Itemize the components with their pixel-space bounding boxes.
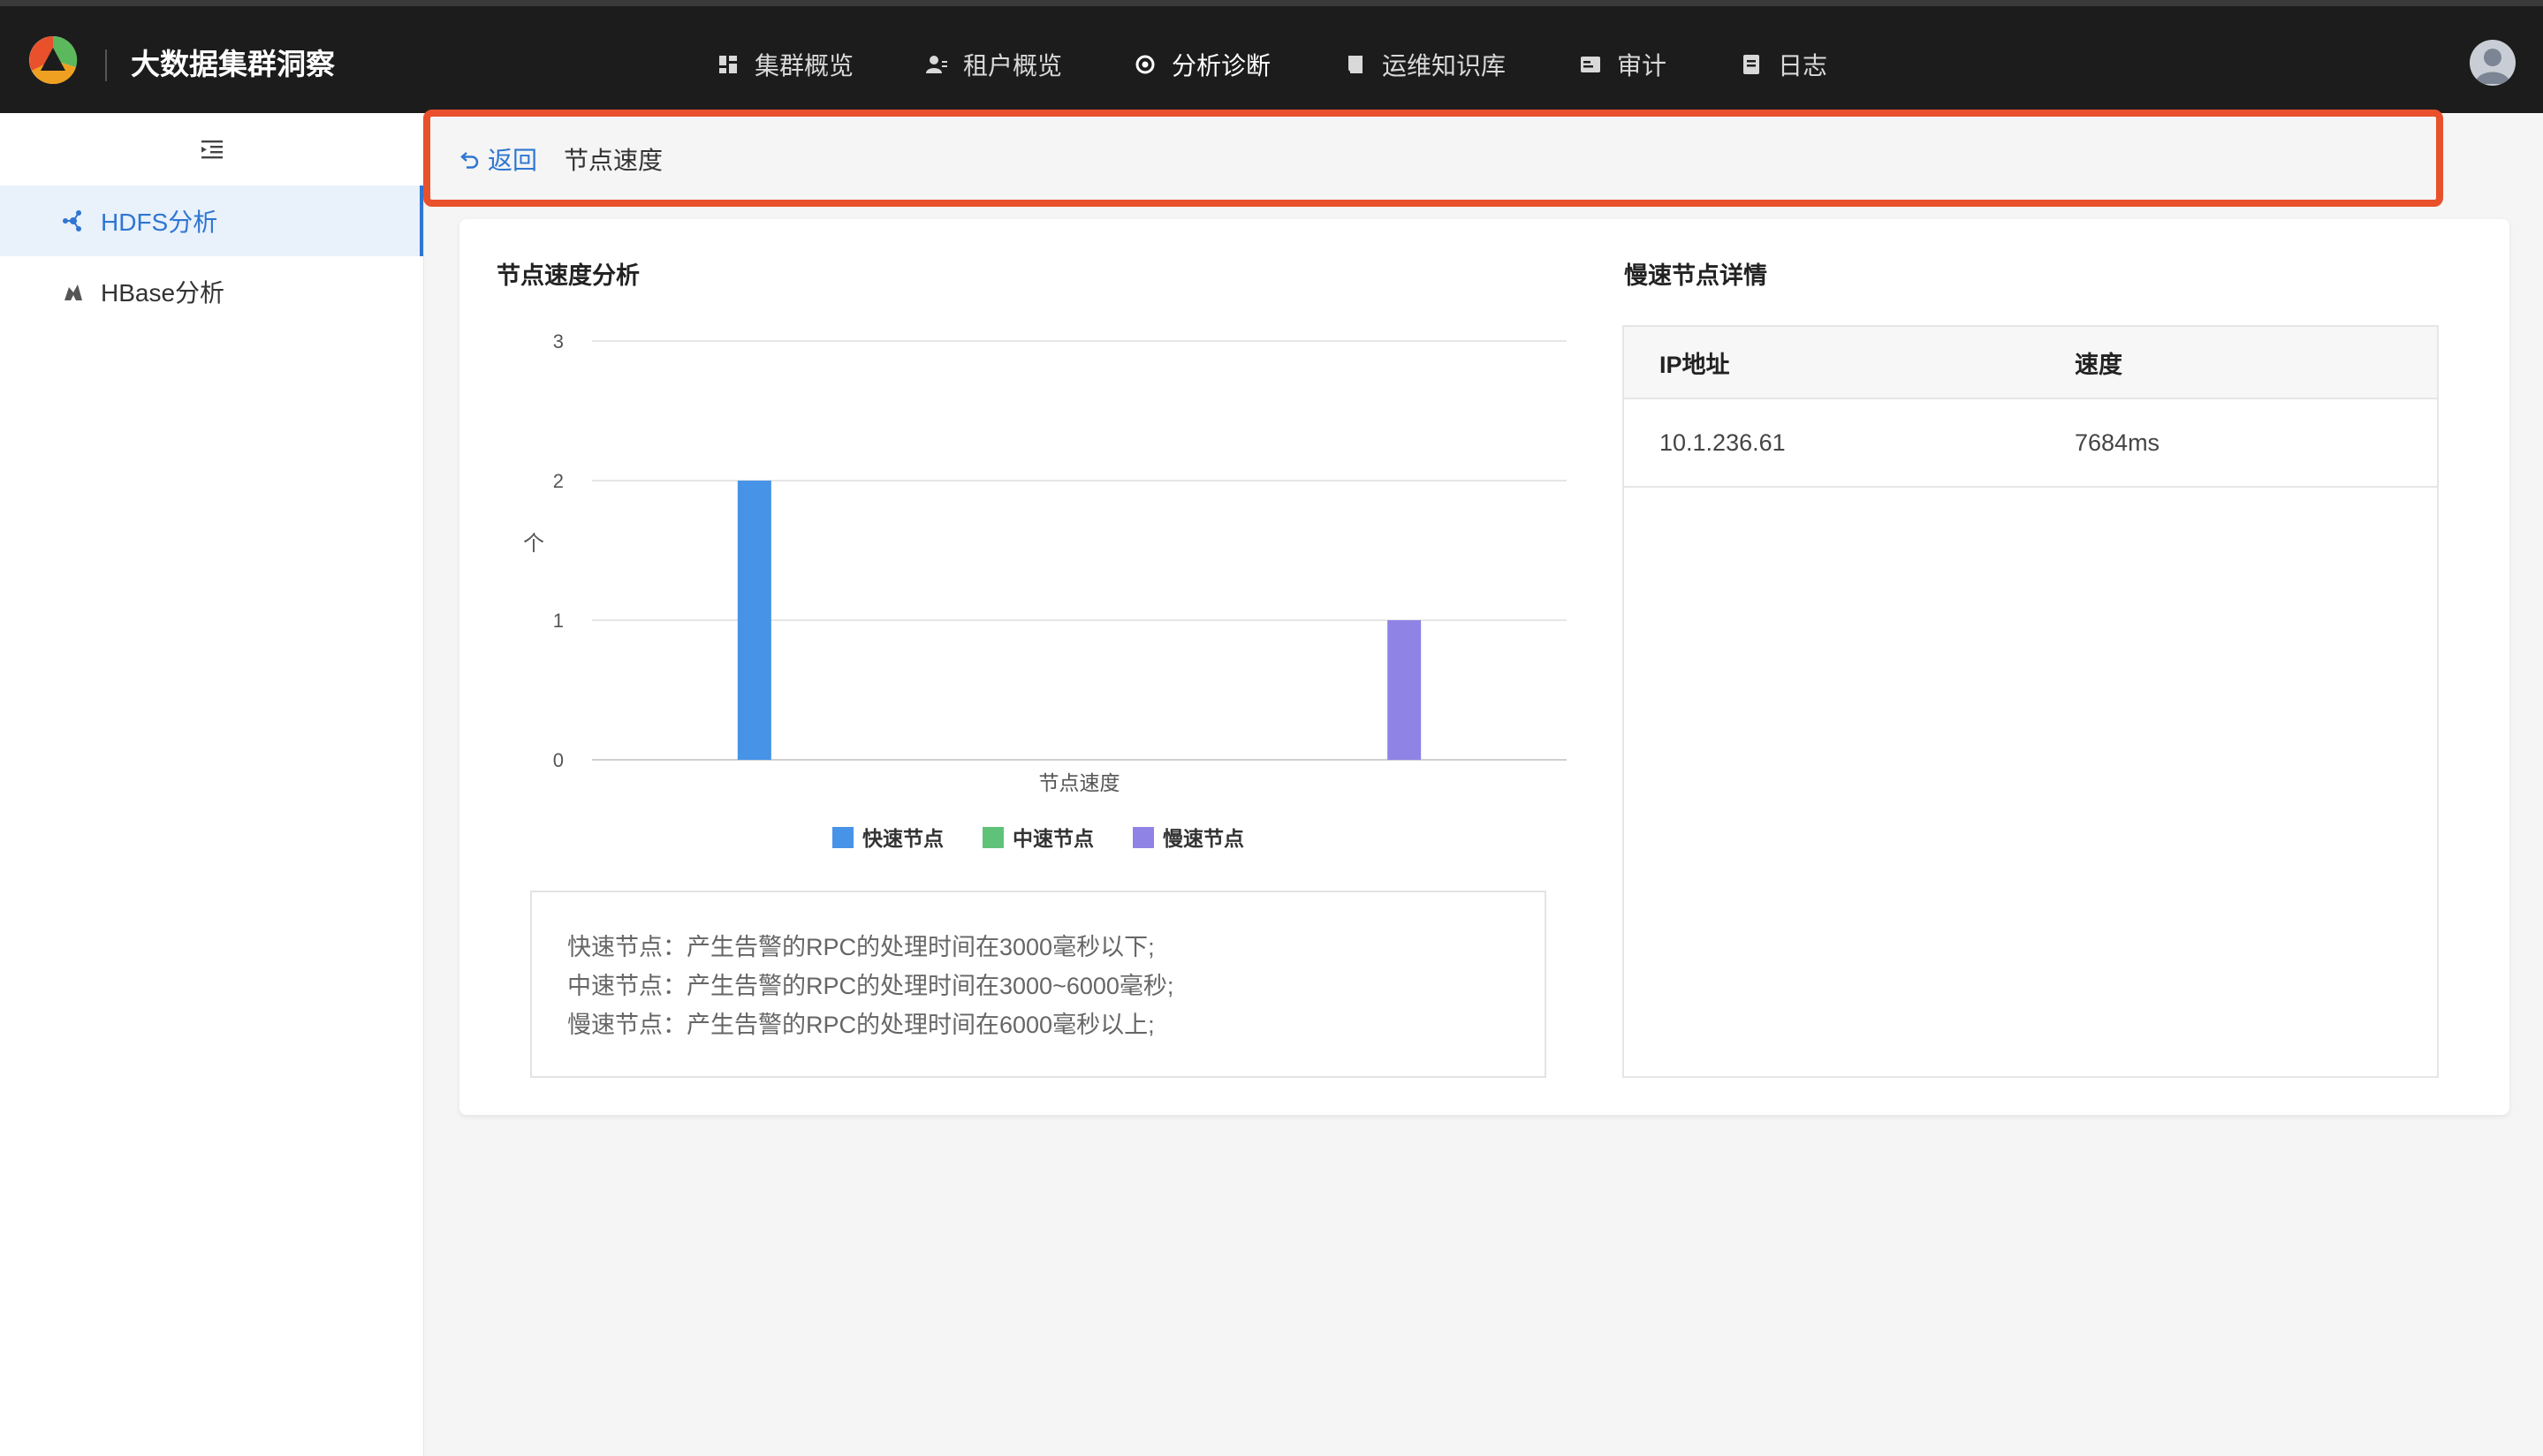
y-axis-label: 个 [523,531,544,556]
nav-item-log[interactable]: 日志 [1741,45,1827,84]
nav-item-knowledge-base[interactable]: 运维知识库 [1345,45,1506,84]
nav-item-label: 集群概览 [755,52,854,80]
nav-item-tenant-overview[interactable]: 租户概览 [926,45,1062,84]
cell-ip: 10.1.236.61 [1659,428,1786,456]
top-nav-bar: 大数据集群洞察 集群概览 租户概览 分析诊断 运维知识库 审计 日志 [0,0,2543,113]
bar-slow [1387,620,1422,760]
sidebar-item-label: HBase分析 [101,279,225,307]
legend-label: 慢速节点 [1163,827,1244,851]
slow-nodes-table: IP地址 速度 10.1.236.61 7684ms [1622,325,2439,1078]
audit-icon [1581,57,1600,72]
legend-swatch [832,827,854,848]
column-header-speed: 速度 [2075,351,2122,378]
sidebar-item-hdfs[interactable]: HDFS分析 [0,186,423,256]
dashboard-icon [719,56,737,73]
bar-fast [737,481,771,760]
book-icon [1348,56,1363,73]
note-fast: 快速节点：产生告警的RPC的处理时间在3000毫秒以下; [567,934,1155,960]
table-row: 10.1.236.61 7684ms [1624,399,2437,488]
legend-label: 快速节点 [862,827,944,851]
nav-item-audit[interactable]: 审计 [1580,45,1666,84]
nav-item-cluster-overview[interactable]: 集群概览 [717,45,854,84]
y-tick-label: 3 [553,330,564,353]
back-arrow-icon [460,152,479,169]
app-title: 大数据集群洞察 [131,48,335,80]
legend-swatch [1133,827,1154,848]
log-icon [1743,55,1759,74]
nav-item-label: 运维知识库 [1382,52,1507,80]
nav-item-label: 租户概览 [963,52,1063,80]
y-tick-label: 2 [553,470,564,492]
note-medium: 中速节点：产生告警的RPC的处理时间在3000~6000毫秒; [567,973,1174,999]
hbase-icon [65,284,82,300]
legend-label: 中速节点 [1013,827,1094,851]
sidebar-item-label: HDFS分析 [101,209,218,236]
breadcrumb-current: 节点速度 [564,147,664,174]
y-tick-label: 1 [553,610,564,632]
sidebar: HDFS分析 HBase分析 [0,113,424,1456]
x-axis-label: 节点速度 [1039,772,1120,795]
cell-speed: 7684ms [2075,428,2160,456]
sidebar-collapse-button[interactable] [0,113,423,186]
main-card: 节点速度分析 0 1 2 3 个节点速度 快速节点 中速节点 慢速节点 快速节点：产生告警的R… [459,219,2509,1115]
node-speed-chart: 0 1 2 3 个节点速度快速节点 中速节点 慢速节点 [523,330,1567,851]
back-button[interactable]: 返回 [459,141,537,177]
table-header: IP地址 速度 [1624,327,2437,399]
back-label: 返回 [488,147,538,174]
app-logo-icon[interactable] [27,34,80,87]
nav-item-analysis-diagnosis[interactable]: 分析诊断 [1135,45,1271,84]
slow-nodes-title: 慢速节点详情 [1624,262,1767,289]
column-header-ip: IP地址 [1659,351,1730,378]
breadcrumb: 返回 节点速度 [424,113,2543,205]
nav-item-label: 日志 [1778,52,1828,80]
note-slow: 慢速节点：产生告警的RPC的处理时间在6000毫秒以上; [567,1012,1155,1038]
speed-notes: 快速节点：产生告警的RPC的处理时间在3000毫秒以下; 中速节点：产生告警的R… [530,891,1546,1078]
nav-item-label: 审计 [1617,52,1667,80]
hdfs-icon [63,210,81,231]
logo-divider [105,49,107,81]
nav-item-label: 分析诊断 [1172,52,1272,80]
menu-fold-icon [201,140,223,159]
sidebar-item-hbase[interactable]: HBase分析 [0,256,423,327]
diagnosis-icon [1135,55,1155,74]
y-tick-label: 0 [553,749,564,771]
tenant-icon [926,56,947,73]
legend-swatch [983,827,1004,848]
user-avatar[interactable] [2470,40,2516,86]
user-icon [2475,49,2510,84]
